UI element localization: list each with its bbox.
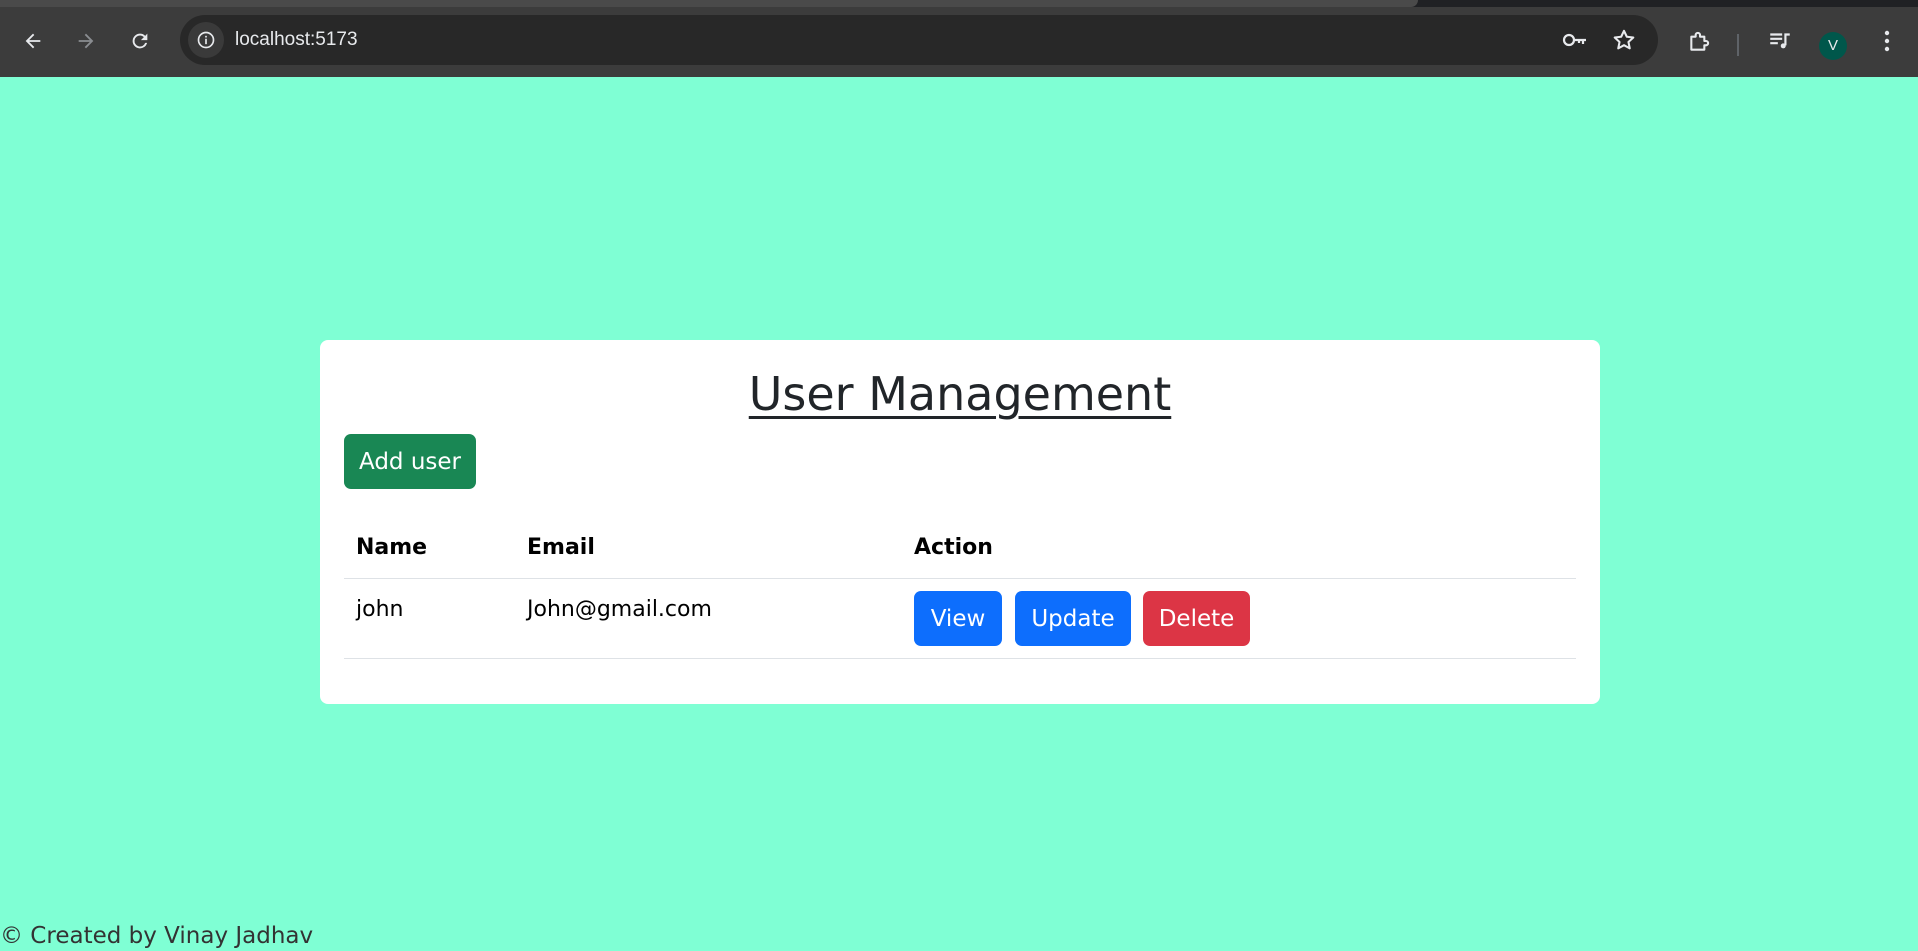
users-table: Name Email Action john John@gmail.com Vi… [344,516,1576,659]
password-manager-button[interactable] [1560,25,1590,55]
update-button[interactable]: Update [1015,591,1131,646]
user-email-cell: John@gmail.com [515,578,902,659]
tab-strip [0,0,1918,7]
forward-arrow-icon [78,33,94,49]
page-title: User Management [748,367,1172,421]
puzzle-icon [1690,31,1710,51]
site-info-button[interactable] [188,22,224,58]
browser-chrome: localhost:5173 V [0,0,1918,77]
table-row: john John@gmail.com View Update Delete [344,578,1576,659]
extensions-button[interactable] [1683,24,1717,58]
reload-button[interactable] [120,21,160,61]
url-text[interactable]: localhost:5173 [235,28,358,52]
footer-credit: © Created by Vinay Jadhav [0,923,314,949]
reload-icon [132,33,148,49]
active-tab[interactable] [0,0,1418,7]
user-name: john [356,597,404,622]
user-name-cell: john [344,578,515,659]
forward-button[interactable] [66,21,106,61]
bookmark-button[interactable] [1609,25,1639,55]
key-icon [1562,33,1586,47]
back-button[interactable] [13,21,53,61]
view-button[interactable]: View [914,591,1002,646]
kebab-menu-icon [1884,30,1890,52]
user-email: John@gmail.com [527,597,712,622]
user-management-card: User Management Add user Name Email Acti… [320,340,1600,704]
actions-cell: View Update Delete [902,578,1576,659]
column-header-action: Action [902,516,1576,579]
toolbar-separator [1737,34,1739,56]
profile-avatar[interactable]: V [1819,32,1847,60]
address-bar[interactable]: localhost:5173 [180,15,1658,65]
delete-button[interactable]: Delete [1143,591,1250,646]
column-header-email: Email [515,516,902,579]
playlist-icon [1770,33,1790,49]
table-header-row: Name Email Action [344,516,1576,579]
media-controls-button[interactable] [1763,24,1797,58]
info-icon [197,31,215,49]
column-header-name: Name [344,516,515,579]
star-icon [1613,29,1635,50]
add-user-button[interactable]: Add user [344,434,476,489]
row-actions: View Update Delete [914,579,1576,658]
back-arrow-icon [25,33,41,49]
browser-menu-button[interactable] [1870,24,1904,58]
browser-toolbar: localhost:5173 V [0,7,1918,77]
